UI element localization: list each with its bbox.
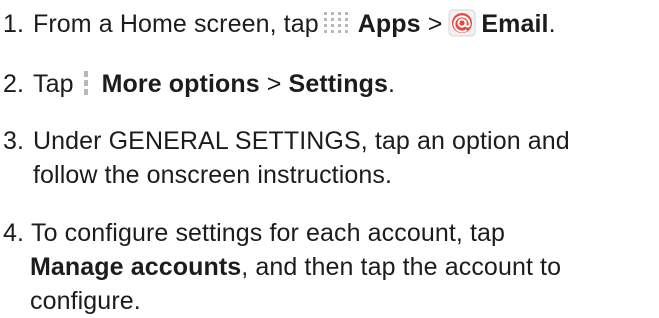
separator: > bbox=[266, 70, 282, 98]
step-text: To configure settings for each account, … bbox=[31, 219, 506, 247]
manage-accounts-label: Manage accounts bbox=[30, 253, 242, 281]
step-text: Tap bbox=[33, 70, 74, 98]
separator: > bbox=[427, 10, 443, 38]
step-3: 3. Under GENERAL SETTINGS, tap an option … bbox=[0, 124, 570, 192]
step-text-continued: configure. bbox=[30, 287, 141, 315]
period: . bbox=[387, 70, 396, 98]
apps-label: Apps bbox=[357, 10, 421, 38]
step-text: , and then tap the account to bbox=[241, 253, 562, 281]
step-number: 3. bbox=[3, 127, 25, 155]
more-options-icon bbox=[83, 71, 88, 96]
apps-grid-icon bbox=[323, 12, 348, 34]
step-1: 1. From a Home screen, tap Apps > Email. bbox=[0, 7, 556, 41]
step-4: 4. To configure settings for each account… bbox=[0, 216, 561, 318]
step-text-continued: follow the onscreen instructions. bbox=[33, 161, 393, 189]
step-number: 1. bbox=[3, 10, 25, 38]
step-text: From a Home screen, tap bbox=[33, 10, 319, 38]
step-text: Under GENERAL SETTINGS, tap an option an… bbox=[33, 127, 570, 155]
step-number: 2. bbox=[3, 70, 25, 98]
step-2: 2. Tap More options > Settings. bbox=[0, 67, 395, 101]
step-number: 4. bbox=[3, 219, 25, 247]
settings-label: Settings bbox=[288, 70, 388, 98]
instruction-list: 1. From a Home screen, tap Apps > Email. … bbox=[0, 0, 659, 318]
more-options-label: More options bbox=[101, 70, 260, 98]
email-label: Email bbox=[481, 10, 549, 38]
period: . bbox=[548, 10, 556, 38]
step-text-continued: Manage accounts, and then tap the accoun… bbox=[0, 250, 561, 284]
email-icon bbox=[448, 9, 476, 37]
